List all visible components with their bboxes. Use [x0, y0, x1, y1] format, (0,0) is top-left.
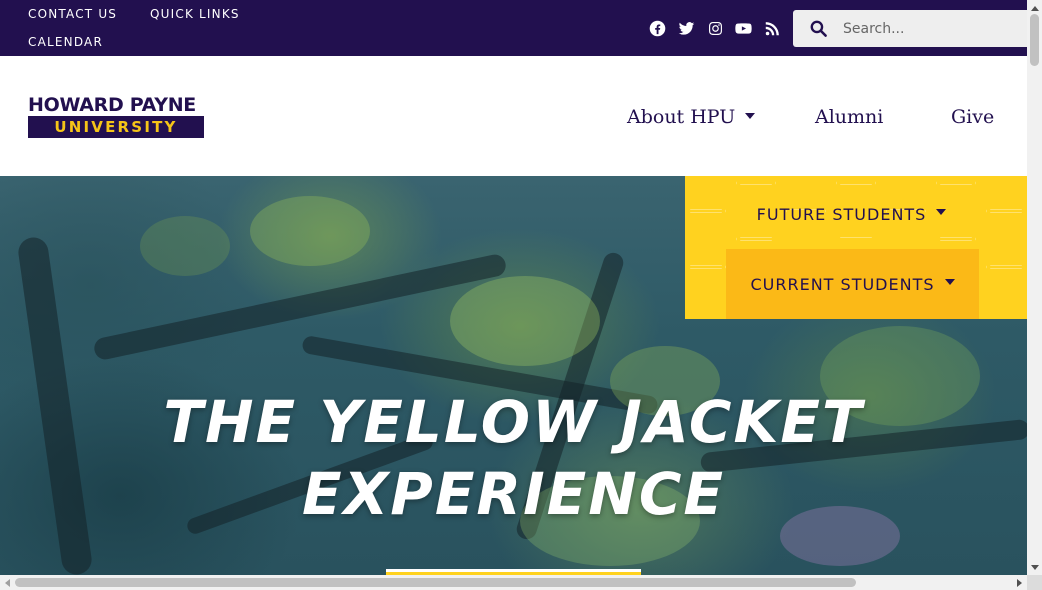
nav-alumni[interactable]: Alumni [815, 106, 883, 128]
vertical-scrollbar-thumb[interactable] [1030, 14, 1039, 66]
rss-icon[interactable] [762, 18, 782, 38]
future-students-label: FUTURE STUDENTS [756, 204, 927, 224]
nav-about-hpu[interactable]: About HPU [627, 106, 756, 128]
logo-line-1: HOWARD PAYNE [28, 94, 196, 116]
nav-give[interactable]: Give [951, 106, 994, 128]
calendar-link[interactable]: CALENDAR [28, 35, 103, 49]
scroll-up-icon[interactable] [1030, 3, 1039, 13]
nav-about-hpu-label: About HPU [627, 106, 736, 128]
future-students-button[interactable]: FUTURE STUDENTS [725, 196, 978, 232]
horizontal-scrollbar[interactable] [0, 575, 1027, 590]
scroll-right-icon[interactable] [1014, 578, 1024, 587]
hero-title-line-1: THE YELLOW JACKET [163, 388, 864, 456]
caret-down-icon [936, 209, 947, 215]
logo-line-2: UNIVERSITY [28, 116, 204, 138]
horizontal-scrollbar-thumb[interactable] [15, 578, 856, 587]
site-header: HOWARD PAYNE UNIVERSITY About HPU Alumni… [0, 56, 1027, 176]
scrollbar-corner [1027, 575, 1042, 590]
current-students-button[interactable]: CURRENT STUDENTS [726, 249, 979, 319]
twitter-icon[interactable] [676, 18, 696, 38]
scroll-down-icon[interactable] [1030, 562, 1039, 572]
vertical-scrollbar[interactable] [1027, 0, 1042, 575]
instagram-icon[interactable] [705, 18, 725, 38]
caret-down-icon [745, 113, 756, 119]
scroll-left-icon[interactable] [2, 578, 12, 587]
nav-give-label: Give [951, 106, 995, 128]
hpu-logo[interactable]: HOWARD PAYNE UNIVERSITY [28, 94, 204, 138]
youtube-icon[interactable] [733, 18, 753, 38]
current-students-label: CURRENT STUDENTS [750, 274, 935, 294]
search-input[interactable] [837, 10, 1027, 47]
search-icon[interactable] [809, 19, 828, 38]
caret-down-icon [944, 279, 955, 285]
quick-links-link[interactable]: QUICK LINKS [150, 7, 240, 21]
hero-title: THE YELLOW JACKET EXPERIENCE [0, 386, 1027, 530]
contact-us-link[interactable]: CONTACT US [28, 7, 117, 21]
facebook-icon[interactable] [647, 18, 667, 38]
search-box [793, 10, 1027, 47]
student-menu-panel: FUTURE STUDENTS CURRENT STUDENTS [685, 176, 1027, 319]
nav-alumni-label: Alumni [815, 106, 884, 128]
top-utility-bar: CONTACT US QUICK LINKS CALENDAR [0, 0, 1027, 56]
hero-title-line-2: EXPERIENCE [301, 460, 726, 528]
